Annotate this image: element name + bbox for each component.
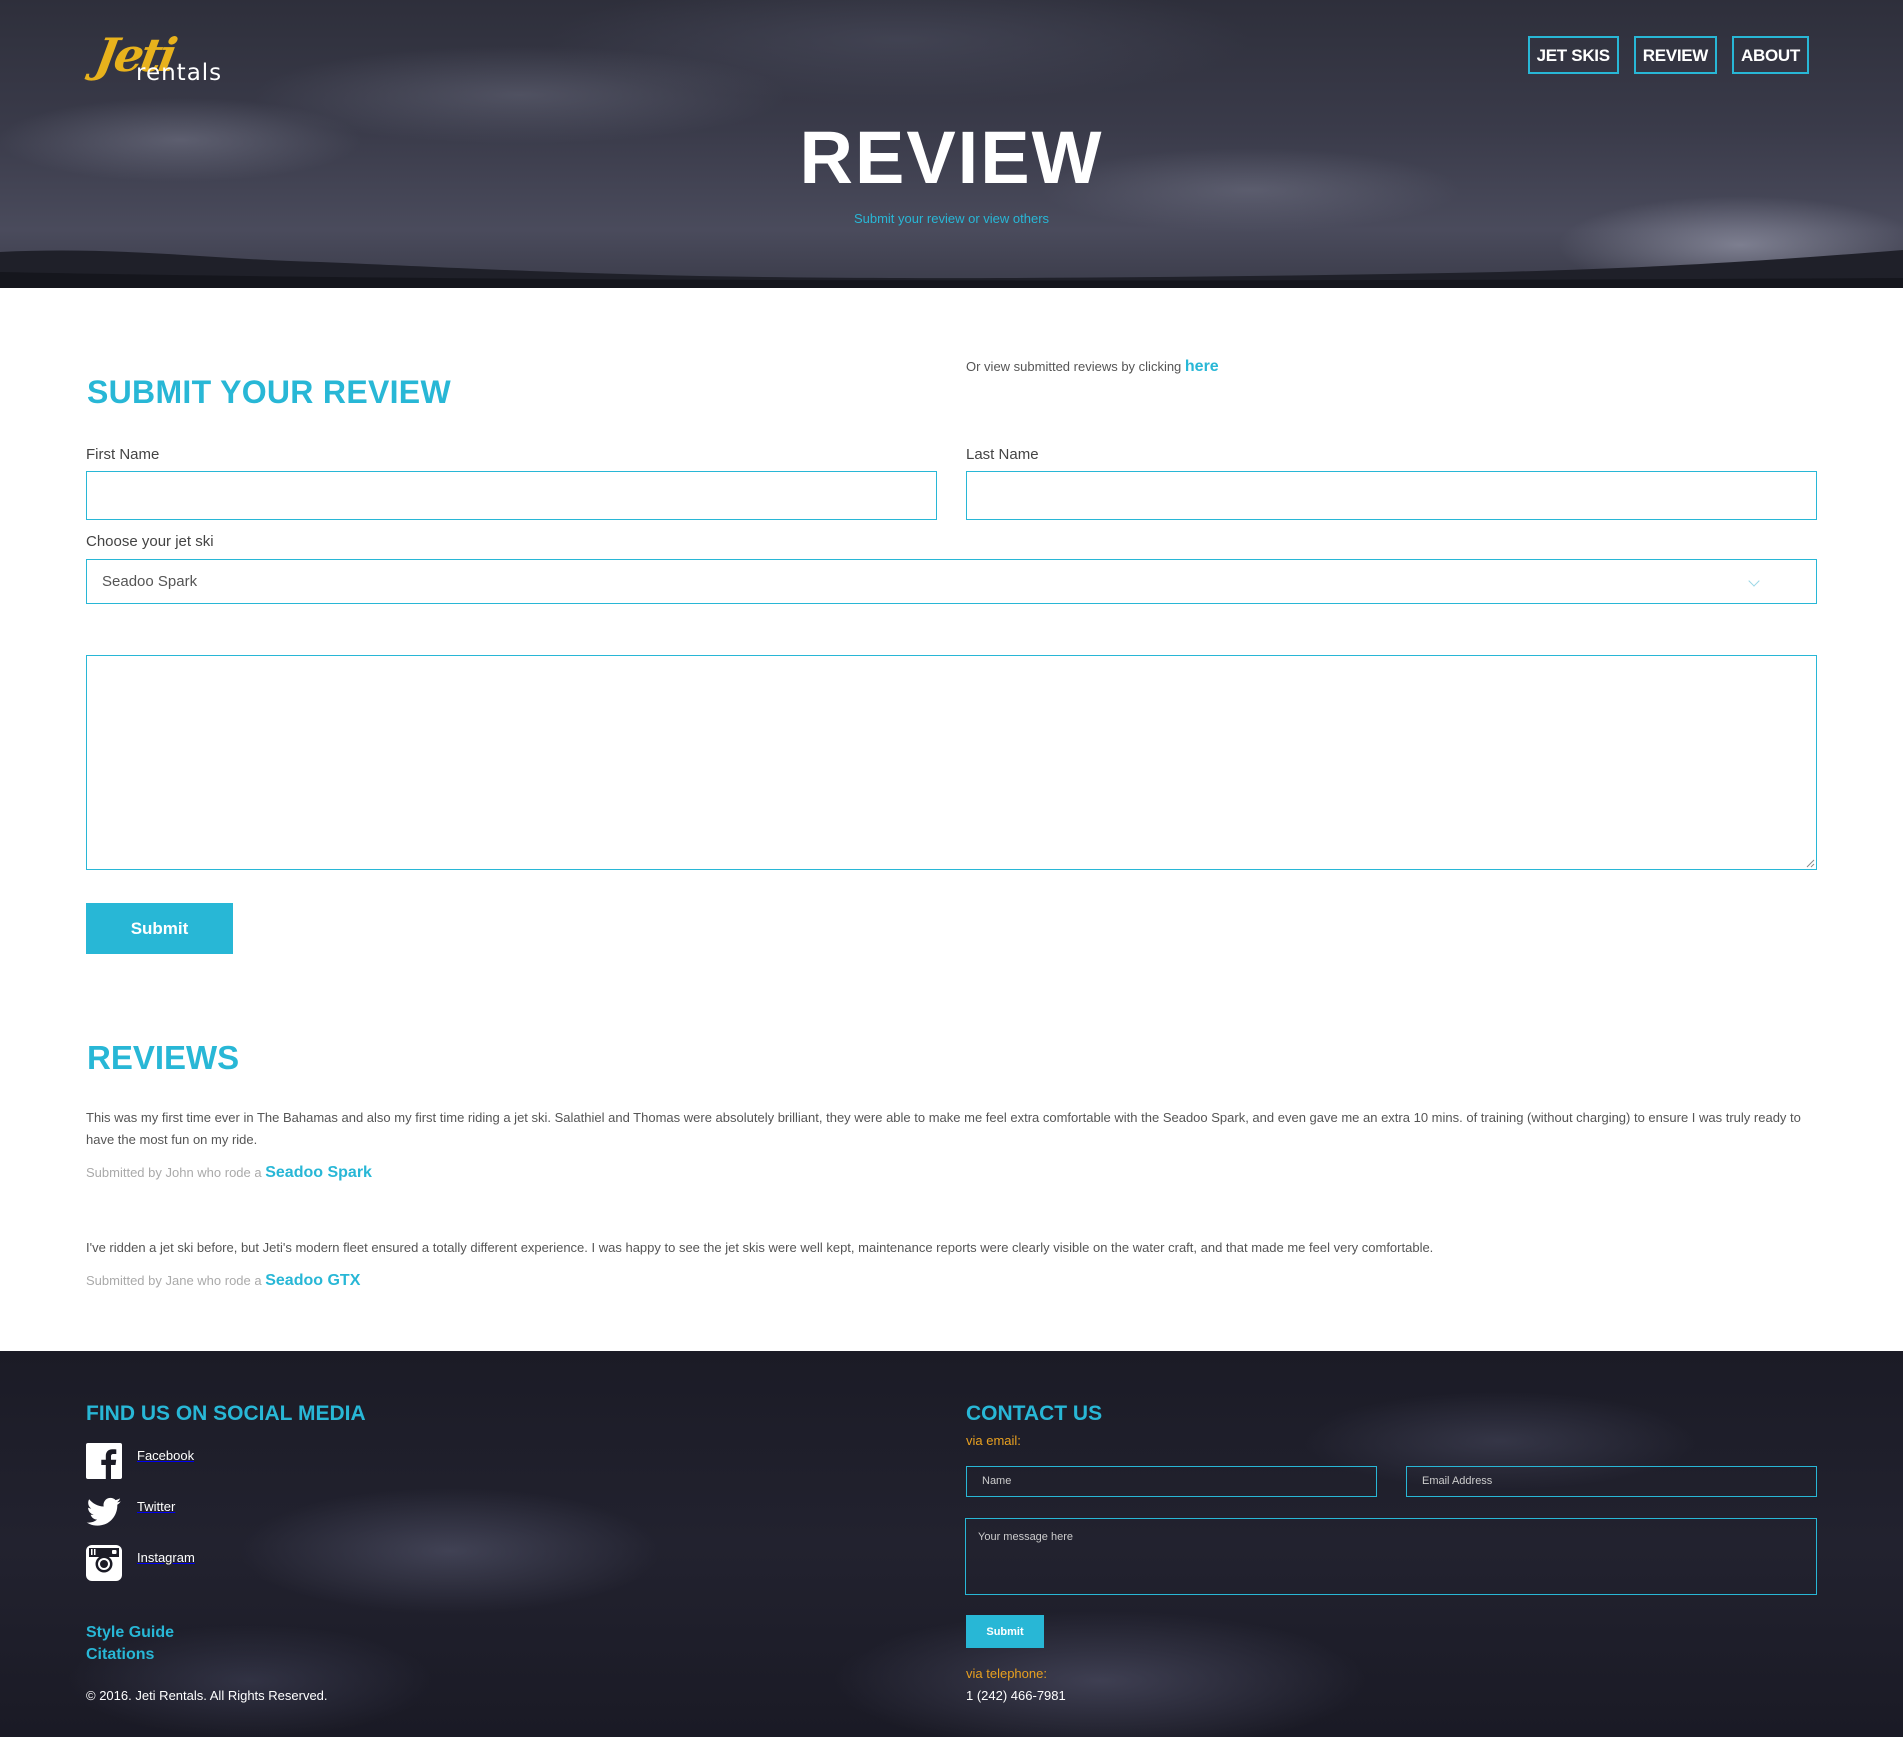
nav-review[interactable]: REVIEW [1633,36,1718,74]
twitter-label: Twitter [137,1498,176,1514]
via-email-label: via email: [966,1433,1021,1448]
facebook-icon [86,1443,122,1479]
contact-email-field[interactable]: Email Address [1406,1466,1817,1497]
review-text: I've ridden a jet ski before, but Jeti's… [86,1240,1434,1255]
facebook-label: Facebook [137,1447,195,1463]
page-title: REVIEW [799,116,1104,199]
submit-review-heading: SUBMIT YOUR REVIEW [87,374,451,410]
submit-review-button[interactable]: Submit [86,903,233,954]
hero-header: Jeti rentals JET SKIS REVIEW ABOUT REVIE… [0,0,1903,288]
copyright-text: © 2016. Jeti Rentals. All Rights Reserve… [86,1688,328,1703]
chevron-down-icon [1748,575,1760,587]
review-textarea[interactable] [86,655,1817,870]
instagram-link[interactable]: Instagram [86,1545,195,1581]
view-reviews-link[interactable]: here [1185,358,1219,375]
review-jetski-link[interactable]: Seadoo GTX [265,1272,360,1289]
view-reviews-text: Or view submitted reviews by clicking [966,359,1185,374]
last-name-field[interactable] [966,471,1817,520]
reviews-heading: REVIEWS [87,1039,240,1076]
style-guide-link[interactable]: Style Guide [86,1624,174,1642]
shoreline-image [0,250,1903,288]
jetski-selected-value: Seadoo Spark [102,573,198,590]
twitter-link[interactable]: Twitter [86,1494,175,1530]
first-name-field[interactable] [86,471,937,520]
contact-submit-button[interactable]: Submit [966,1615,1044,1648]
review-author: Submitted by Jane who rode a [86,1273,266,1288]
resize-handle-icon[interactable] [1806,859,1815,868]
nav-jet-skis[interactable]: JET SKIS [1527,36,1619,74]
contact-message-field[interactable]: Your message here [965,1518,1817,1595]
contact-name-field[interactable]: Name [966,1466,1377,1497]
last-name-label: Last Name [966,446,1039,463]
logo-subtext: rentals [136,60,223,86]
social-heading: FIND US ON SOCIAL MEDIA [86,1402,366,1425]
instagram-label: Instagram [137,1549,195,1565]
via-telephone-label: via telephone: [966,1666,1047,1681]
contact-heading: CONTACT US [966,1402,1103,1425]
main-nav: JET SKIS REVIEW ABOUT [1527,36,1809,74]
twitter-icon [86,1497,121,1526]
view-reviews-line: Or view submitted reviews by clicking he… [966,358,1219,376]
jetski-label: Choose your jet ski [86,533,214,550]
jeti-rentals-logo[interactable]: Jeti rentals [91,28,226,88]
jetski-select[interactable]: Seadoo Spark [86,559,1817,604]
review-attribution: Submitted by John who rode a Seadoo Spar… [86,1164,372,1182]
review-author: Submitted by John who rode a [86,1165,266,1180]
page-subtitle: Submit your review or view others [853,211,1050,226]
first-name-label: First Name [86,446,160,463]
facebook-link[interactable]: Facebook [86,1443,194,1479]
citations-link[interactable]: Citations [86,1646,154,1664]
nav-about[interactable]: ABOUT [1732,36,1809,74]
review-jetski-link[interactable]: Seadoo Spark [265,1164,372,1181]
phone-number[interactable]: 1 (242) 466-7981 [966,1688,1066,1703]
instagram-icon [86,1545,122,1581]
review-text: This was my first time ever in The Baham… [86,1110,1801,1147]
review-attribution: Submitted by Jane who rode a Seadoo GTX [86,1272,360,1290]
